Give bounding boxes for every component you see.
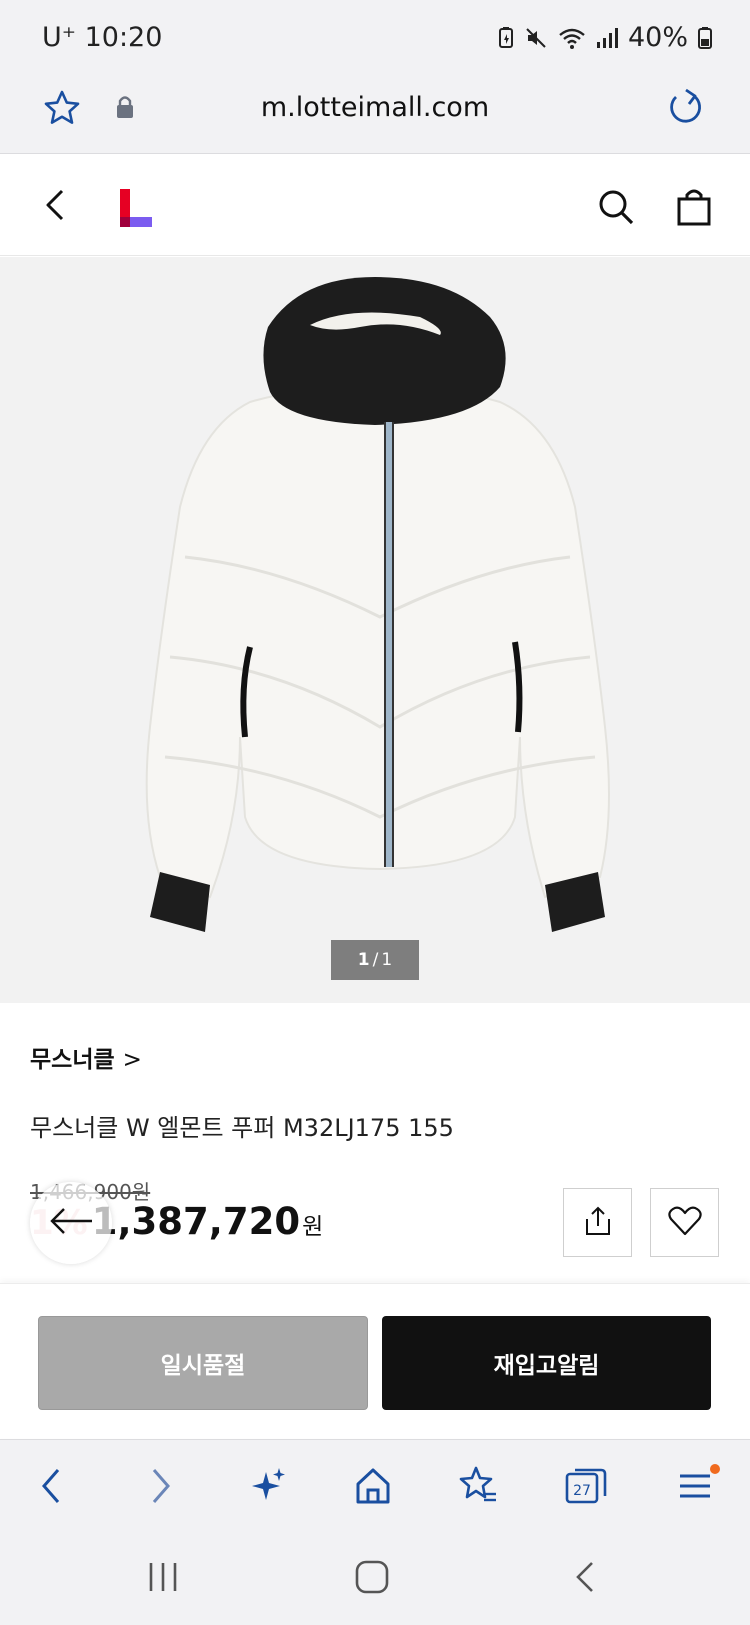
signal-icon [596, 26, 618, 50]
battery-percent: 40% [627, 22, 688, 53]
sold-out-button[interactable]: 일시품절 [38, 1316, 368, 1410]
ai-sparkle-icon[interactable] [248, 1464, 288, 1512]
battery-icon [698, 26, 712, 50]
notification-dot-icon [710, 1464, 720, 1474]
currency-unit: 원 [302, 1214, 324, 1240]
search-icon[interactable] [596, 187, 636, 231]
browser-forward-icon[interactable] [146, 1464, 176, 1512]
pager-separator: / [372, 950, 379, 970]
product-image[interactable]: 1 / 1 [0, 257, 750, 1003]
floating-back-button[interactable] [30, 1182, 112, 1264]
url-field[interactable]: m.lotteimall.com [0, 92, 750, 123]
wifi-icon [558, 26, 586, 50]
lotte-logo[interactable] [120, 189, 154, 231]
heart-icon [667, 1205, 703, 1241]
browser-back-icon[interactable] [36, 1464, 66, 1512]
mute-icon [524, 26, 548, 50]
reload-icon[interactable] [664, 86, 706, 132]
system-back-icon[interactable] [572, 1559, 598, 1599]
browser-url-bar: m.lotteimall.com [0, 78, 750, 154]
shopping-bag-icon[interactable] [676, 187, 712, 231]
recent-apps-icon[interactable] [146, 1559, 180, 1599]
gallery-pager: 1 / 1 [331, 940, 419, 980]
pager-current: 1 [357, 950, 370, 970]
wishlist-button[interactable] [650, 1188, 719, 1257]
restock-alert-button[interactable]: 재입고알림 [382, 1316, 711, 1410]
arrow-left-icon [48, 1206, 94, 1240]
system-navigation-bar [0, 1535, 750, 1625]
status-bar: U⁺ 10:20 40% [0, 0, 750, 78]
browser-toolbar: 27 [0, 1439, 750, 1535]
status-carrier-time: U⁺ 10:20 [42, 22, 163, 53]
jacket-illustration [145, 277, 610, 932]
battery-saver-icon [498, 26, 514, 50]
sale-price: 1,387,720 [91, 1200, 301, 1243]
site-header [0, 155, 750, 256]
share-icon [582, 1205, 614, 1241]
purchase-action-bar: 일시품절 재입고알림 [0, 1283, 750, 1438]
share-button[interactable] [563, 1188, 632, 1257]
status-icons: 40% [498, 22, 712, 53]
brand-link[interactable]: 무스너클 > [30, 1040, 142, 1074]
back-button[interactable] [38, 185, 74, 229]
chevron-right-icon: > [122, 1047, 142, 1073]
tab-count: 27 [573, 1483, 591, 1499]
pager-total: 1 [381, 950, 393, 970]
home-icon[interactable] [353, 1464, 393, 1512]
menu-icon[interactable] [676, 1464, 720, 1512]
tabs-icon[interactable]: 27 [565, 1464, 607, 1512]
bookmarks-icon[interactable] [458, 1464, 498, 1512]
home-button-icon[interactable] [354, 1559, 390, 1599]
brand-name: 무스너클 [30, 1047, 115, 1073]
product-name: 무스너클 W 엘몬트 푸퍼 M32LJ175 155 [30, 1114, 454, 1142]
